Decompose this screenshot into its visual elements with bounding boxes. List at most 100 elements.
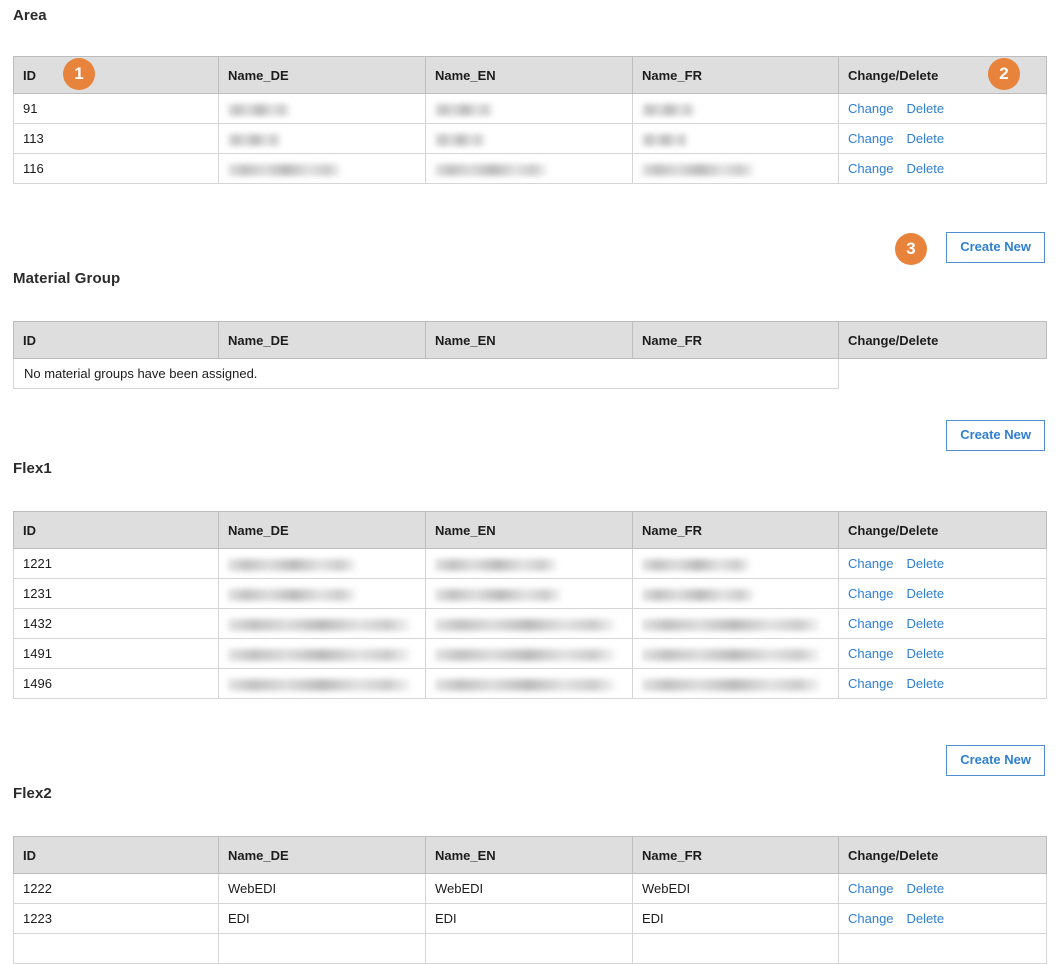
area-row-2-name-en <box>425 153 633 184</box>
change-link[interactable]: Change <box>848 586 894 601</box>
material-group-table-nameen-header: Name_EN <box>425 321 633 359</box>
redacted-value <box>642 163 754 176</box>
section-flex1-table-wrap: ID Name_DE Name_EN Name_FR Change/Delete… <box>0 511 1061 699</box>
flex1-row-0-name-fr <box>632 548 839 579</box>
table-row: 1221 Change Delete <box>13 548 1047 579</box>
flex1-table-body: 1221 Change Delete 1231 Change Delete 1432 Chan… <box>13 548 1047 699</box>
change-link[interactable]: Change <box>848 646 894 661</box>
flex1-row-1-id: 1231 <box>13 578 219 609</box>
material-group-table-namefr-header: Name_FR <box>632 321 839 359</box>
change-link[interactable]: Change <box>848 881 894 896</box>
redacted-value <box>228 648 410 661</box>
delete-link[interactable]: Delete <box>907 131 945 146</box>
delete-link[interactable]: Delete <box>907 646 945 661</box>
delete-link[interactable]: Delete <box>907 676 945 691</box>
change-link[interactable]: Change <box>848 101 894 116</box>
redacted-value <box>642 103 695 116</box>
table-row: 91 Change Delete <box>13 93 1047 124</box>
table-row: 113 Change Delete <box>13 123 1047 154</box>
redacted-value <box>435 133 485 146</box>
section-material-group-table-wrap: ID Name_DE Name_EN Name_FR Change/Delete… <box>0 321 1061 389</box>
area-row-1-name-en <box>425 123 633 154</box>
redacted-value <box>435 588 561 601</box>
section-title-material-group: Material Group <box>13 270 121 287</box>
change-link[interactable]: Change <box>848 131 894 146</box>
material-group-create-new-button[interactable]: Create New <box>946 420 1045 451</box>
flex1-row-4-name-en <box>425 668 633 699</box>
redacted-value <box>435 103 493 116</box>
delete-link[interactable]: Delete <box>907 881 945 896</box>
flex1-table: ID Name_DE Name_EN Name_FR Change/Delete… <box>13 511 1047 699</box>
area-row-0-name-en <box>425 93 633 124</box>
table-row: 116 Change Delete <box>13 153 1047 184</box>
flex1-row-2-actions: Change Delete <box>838 608 1047 639</box>
flex1-row-0-name-de <box>218 548 426 579</box>
table-row: 1222 WebEDI WebEDI WebEDI Change Delete <box>13 873 1047 904</box>
flex1-row-3-actions: Change Delete <box>838 638 1047 669</box>
redacted-value <box>435 163 547 176</box>
change-link[interactable]: Change <box>848 616 894 631</box>
flex2-row-0-actions: Change Delete <box>838 873 1047 904</box>
flex2-table-namefr-header: Name_FR <box>632 836 839 874</box>
delete-link[interactable]: Delete <box>907 911 945 926</box>
material-group-empty-row: No material groups have been assigned. <box>13 358 1047 389</box>
material-group-table-head: ID Name_DE Name_EN Name_FR Change/Delete <box>13 321 1047 359</box>
section-flex2-table-wrap: ID Name_DE Name_EN Name_FR Change/Delete… <box>0 836 1061 964</box>
flex1-row-0-id: 1221 <box>13 548 219 579</box>
section-area-heading-wrap: Area <box>0 8 1061 24</box>
table-row <box>13 933 1047 964</box>
area-row-0-actions: Change Delete <box>838 93 1047 124</box>
flex1-row-3-name-en <box>425 638 633 669</box>
redacted-value <box>228 588 356 601</box>
section-title-flex1: Flex1 <box>13 460 52 477</box>
flex2-row-1-name-fr: EDI <box>632 903 839 934</box>
section-title-flex2: Flex2 <box>13 785 52 802</box>
area-row-2-name-fr <box>632 153 839 184</box>
area-row-0-name-de <box>218 93 426 124</box>
redacted-value <box>642 558 750 571</box>
flex2-row-2-name-en <box>425 933 633 964</box>
redacted-value <box>228 678 410 691</box>
area-table-id-header: ID <box>13 56 219 94</box>
area-create-new-row: Create New <box>0 232 1061 263</box>
flex1-create-new-button[interactable]: Create New <box>946 745 1045 776</box>
area-table-namefr-header: Name_FR <box>632 56 839 94</box>
delete-link[interactable]: Delete <box>907 161 945 176</box>
area-row-1-actions: Change Delete <box>838 123 1047 154</box>
area-create-new-button[interactable]: Create New <box>946 232 1045 263</box>
area-table: ID Name_DE Name_EN Name_FR Change/Delete… <box>13 56 1047 184</box>
delete-link[interactable]: Delete <box>907 616 945 631</box>
change-link[interactable]: Change <box>848 556 894 571</box>
flex2-row-2-name-de <box>218 933 426 964</box>
flex2-row-0-id: 1222 <box>13 873 219 904</box>
flex2-table-body: 1222 WebEDI WebEDI WebEDI Change Delete 1223 ED… <box>13 873 1047 964</box>
flex2-row-1-actions: Change Delete <box>838 903 1047 934</box>
flex1-row-1-name-de <box>218 578 426 609</box>
area-header-row: ID Name_DE Name_EN Name_FR Change/Delete <box>13 56 1047 94</box>
flex2-row-2-name-fr <box>632 933 839 964</box>
area-row-0-id: 91 <box>13 93 219 124</box>
material-group-empty-spacer <box>838 358 1047 389</box>
area-row-1-id: 113 <box>13 123 219 154</box>
flex2-row-0-name-de: WebEDI <box>218 873 426 904</box>
material-group-create-new-row: Create New <box>0 420 1061 451</box>
area-table-head: ID Name_DE Name_EN Name_FR Change/Delete <box>13 56 1047 94</box>
delete-link[interactable]: Delete <box>907 586 945 601</box>
flex2-row-1-id: 1223 <box>13 903 219 934</box>
flex2-table: ID Name_DE Name_EN Name_FR Change/Delete… <box>13 836 1047 964</box>
flex1-row-1-actions: Change Delete <box>838 578 1047 609</box>
area-table-action-header: Change/Delete <box>838 56 1047 94</box>
change-link[interactable]: Change <box>848 911 894 926</box>
material-group-table-body: No material groups have been assigned. <box>13 358 1047 389</box>
delete-link[interactable]: Delete <box>907 556 945 571</box>
flex1-row-1-name-en <box>425 578 633 609</box>
flex1-row-2-name-de <box>218 608 426 639</box>
change-link[interactable]: Change <box>848 161 894 176</box>
material-group-empty-message: No material groups have been assigned. <box>13 358 839 389</box>
flex1-row-2-name-en <box>425 608 633 639</box>
delete-link[interactable]: Delete <box>907 101 945 116</box>
flex1-table-namede-header: Name_DE <box>218 511 426 549</box>
change-link[interactable]: Change <box>848 676 894 691</box>
flex2-table-nameen-header: Name_EN <box>425 836 633 874</box>
area-row-1-name-fr <box>632 123 839 154</box>
